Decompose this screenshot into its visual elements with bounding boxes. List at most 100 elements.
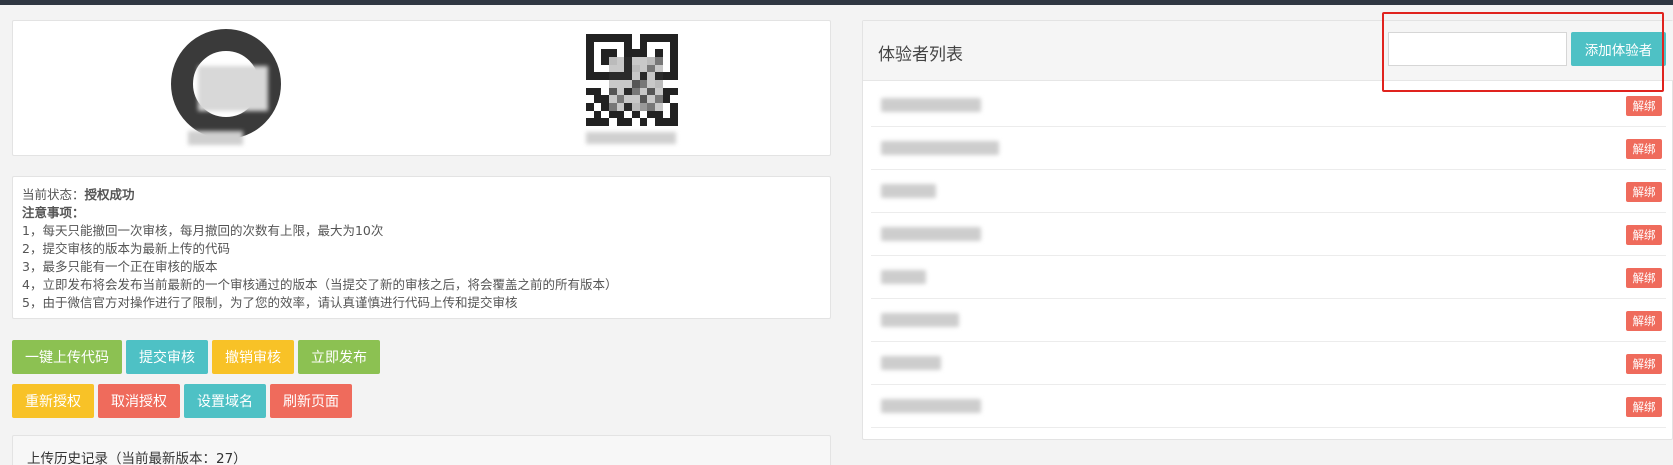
qr-module bbox=[601, 64, 609, 73]
logo-mosaic bbox=[198, 66, 268, 111]
qr-module bbox=[616, 56, 625, 65]
qr-module bbox=[670, 64, 678, 73]
unbind-button[interactable]: 解绑 bbox=[1626, 182, 1662, 202]
qr-module bbox=[616, 41, 625, 50]
unbind-button[interactable]: 解绑 bbox=[1626, 225, 1662, 245]
unbind-button[interactable]: 解绑 bbox=[1626, 311, 1662, 331]
qr-module bbox=[631, 95, 640, 103]
unbind-button[interactable]: 解绑 bbox=[1626, 397, 1662, 417]
publish-now-button[interactable]: 立即发布 bbox=[298, 340, 380, 374]
qr-module bbox=[631, 110, 640, 119]
upload-code-button[interactable]: 一键上传代码 bbox=[12, 340, 122, 374]
qr-module bbox=[670, 49, 678, 57]
qr-caption-blur bbox=[586, 132, 676, 144]
submit-review-button[interactable]: 提交审核 bbox=[126, 340, 208, 374]
add-tester-button[interactable]: 添加体验者 bbox=[1571, 32, 1666, 66]
qr-module bbox=[639, 87, 648, 96]
qr-module bbox=[586, 56, 594, 65]
qr-module bbox=[654, 49, 663, 57]
qr-module bbox=[654, 56, 663, 65]
qr-module bbox=[654, 64, 663, 73]
qr-module bbox=[608, 49, 617, 57]
qr-module bbox=[654, 79, 663, 88]
tester-name-blurred bbox=[881, 399, 981, 413]
qr-module bbox=[670, 102, 678, 111]
testers-header: 体验者列表 添加体验者 bbox=[863, 21, 1673, 81]
qr-module bbox=[601, 95, 609, 103]
qr-module bbox=[624, 110, 632, 119]
qr-module bbox=[662, 72, 671, 80]
qr-module bbox=[586, 41, 594, 50]
qr-module bbox=[624, 102, 632, 111]
qr-module bbox=[654, 87, 663, 96]
qr-module bbox=[608, 56, 617, 65]
qr-module bbox=[601, 110, 609, 119]
qr-code bbox=[586, 34, 678, 126]
qr-module bbox=[670, 56, 678, 65]
qr-module bbox=[654, 102, 663, 111]
unbind-button[interactable]: 解绑 bbox=[1626, 268, 1662, 288]
qr-module bbox=[670, 41, 678, 50]
note-item: 1，每天只能撤回一次审核，每月撤回的次数有上限，最大为10次 bbox=[22, 223, 384, 238]
qr-module bbox=[601, 102, 609, 111]
qr-module bbox=[639, 34, 648, 42]
tester-wechat-input[interactable] bbox=[1388, 32, 1567, 66]
status-label: 当前状态： bbox=[22, 187, 85, 202]
qr-module bbox=[662, 64, 671, 73]
qr-module bbox=[624, 79, 632, 88]
qr-module bbox=[624, 64, 632, 73]
qr-module bbox=[670, 34, 678, 42]
tester-row: 解绑 bbox=[871, 299, 1666, 342]
qr-module bbox=[593, 49, 602, 57]
cancel-authorization-button[interactable]: 取消授权 bbox=[98, 384, 180, 418]
qr-module bbox=[647, 34, 655, 42]
qr-module bbox=[586, 110, 594, 119]
qr-module bbox=[608, 87, 617, 96]
status-value: 授权成功 bbox=[84, 187, 135, 202]
qr-module bbox=[647, 72, 655, 80]
qr-module bbox=[593, 87, 602, 96]
qr-module bbox=[631, 49, 640, 57]
tester-name-blurred bbox=[881, 227, 981, 241]
qr-module bbox=[608, 102, 617, 111]
tester-row: 解绑 bbox=[871, 84, 1666, 127]
qr-module bbox=[593, 102, 602, 111]
qr-module bbox=[624, 87, 632, 96]
qr-module bbox=[608, 64, 617, 73]
qr-module bbox=[631, 79, 640, 88]
qr-module bbox=[639, 102, 648, 111]
qr-module bbox=[601, 87, 609, 96]
qr-module bbox=[616, 118, 625, 126]
unbind-button[interactable]: 解绑 bbox=[1626, 96, 1662, 116]
top-bar bbox=[0, 0, 1673, 5]
qr-module bbox=[586, 72, 594, 80]
unbind-button[interactable]: 解绑 bbox=[1626, 354, 1662, 374]
set-domain-button[interactable]: 设置域名 bbox=[184, 384, 266, 418]
qr-module bbox=[601, 41, 609, 50]
qr-module bbox=[586, 34, 594, 42]
reauthorize-button[interactable]: 重新授权 bbox=[12, 384, 94, 418]
qr-module bbox=[593, 64, 602, 73]
qr-module bbox=[631, 34, 640, 42]
qr-module bbox=[616, 87, 625, 96]
qr-module bbox=[639, 64, 648, 73]
qr-module bbox=[624, 41, 632, 50]
qr-module bbox=[662, 49, 671, 57]
qr-module bbox=[647, 95, 655, 103]
qr-module bbox=[631, 118, 640, 126]
qr-module bbox=[647, 56, 655, 65]
qr-module bbox=[639, 49, 648, 57]
withdraw-review-button[interactable]: 撤销审核 bbox=[212, 340, 294, 374]
refresh-page-button[interactable]: 刷新页面 bbox=[270, 384, 352, 418]
qr-module bbox=[631, 72, 640, 80]
qr-module bbox=[586, 79, 594, 88]
qr-code-image bbox=[586, 34, 678, 146]
qr-module bbox=[586, 49, 594, 57]
tester-name-blurred bbox=[881, 98, 981, 112]
unbind-button[interactable]: 解绑 bbox=[1626, 139, 1662, 159]
qr-module bbox=[662, 102, 671, 111]
qr-module bbox=[624, 72, 632, 80]
qr-module bbox=[654, 110, 663, 119]
qr-module bbox=[616, 95, 625, 103]
qr-module bbox=[593, 41, 602, 50]
